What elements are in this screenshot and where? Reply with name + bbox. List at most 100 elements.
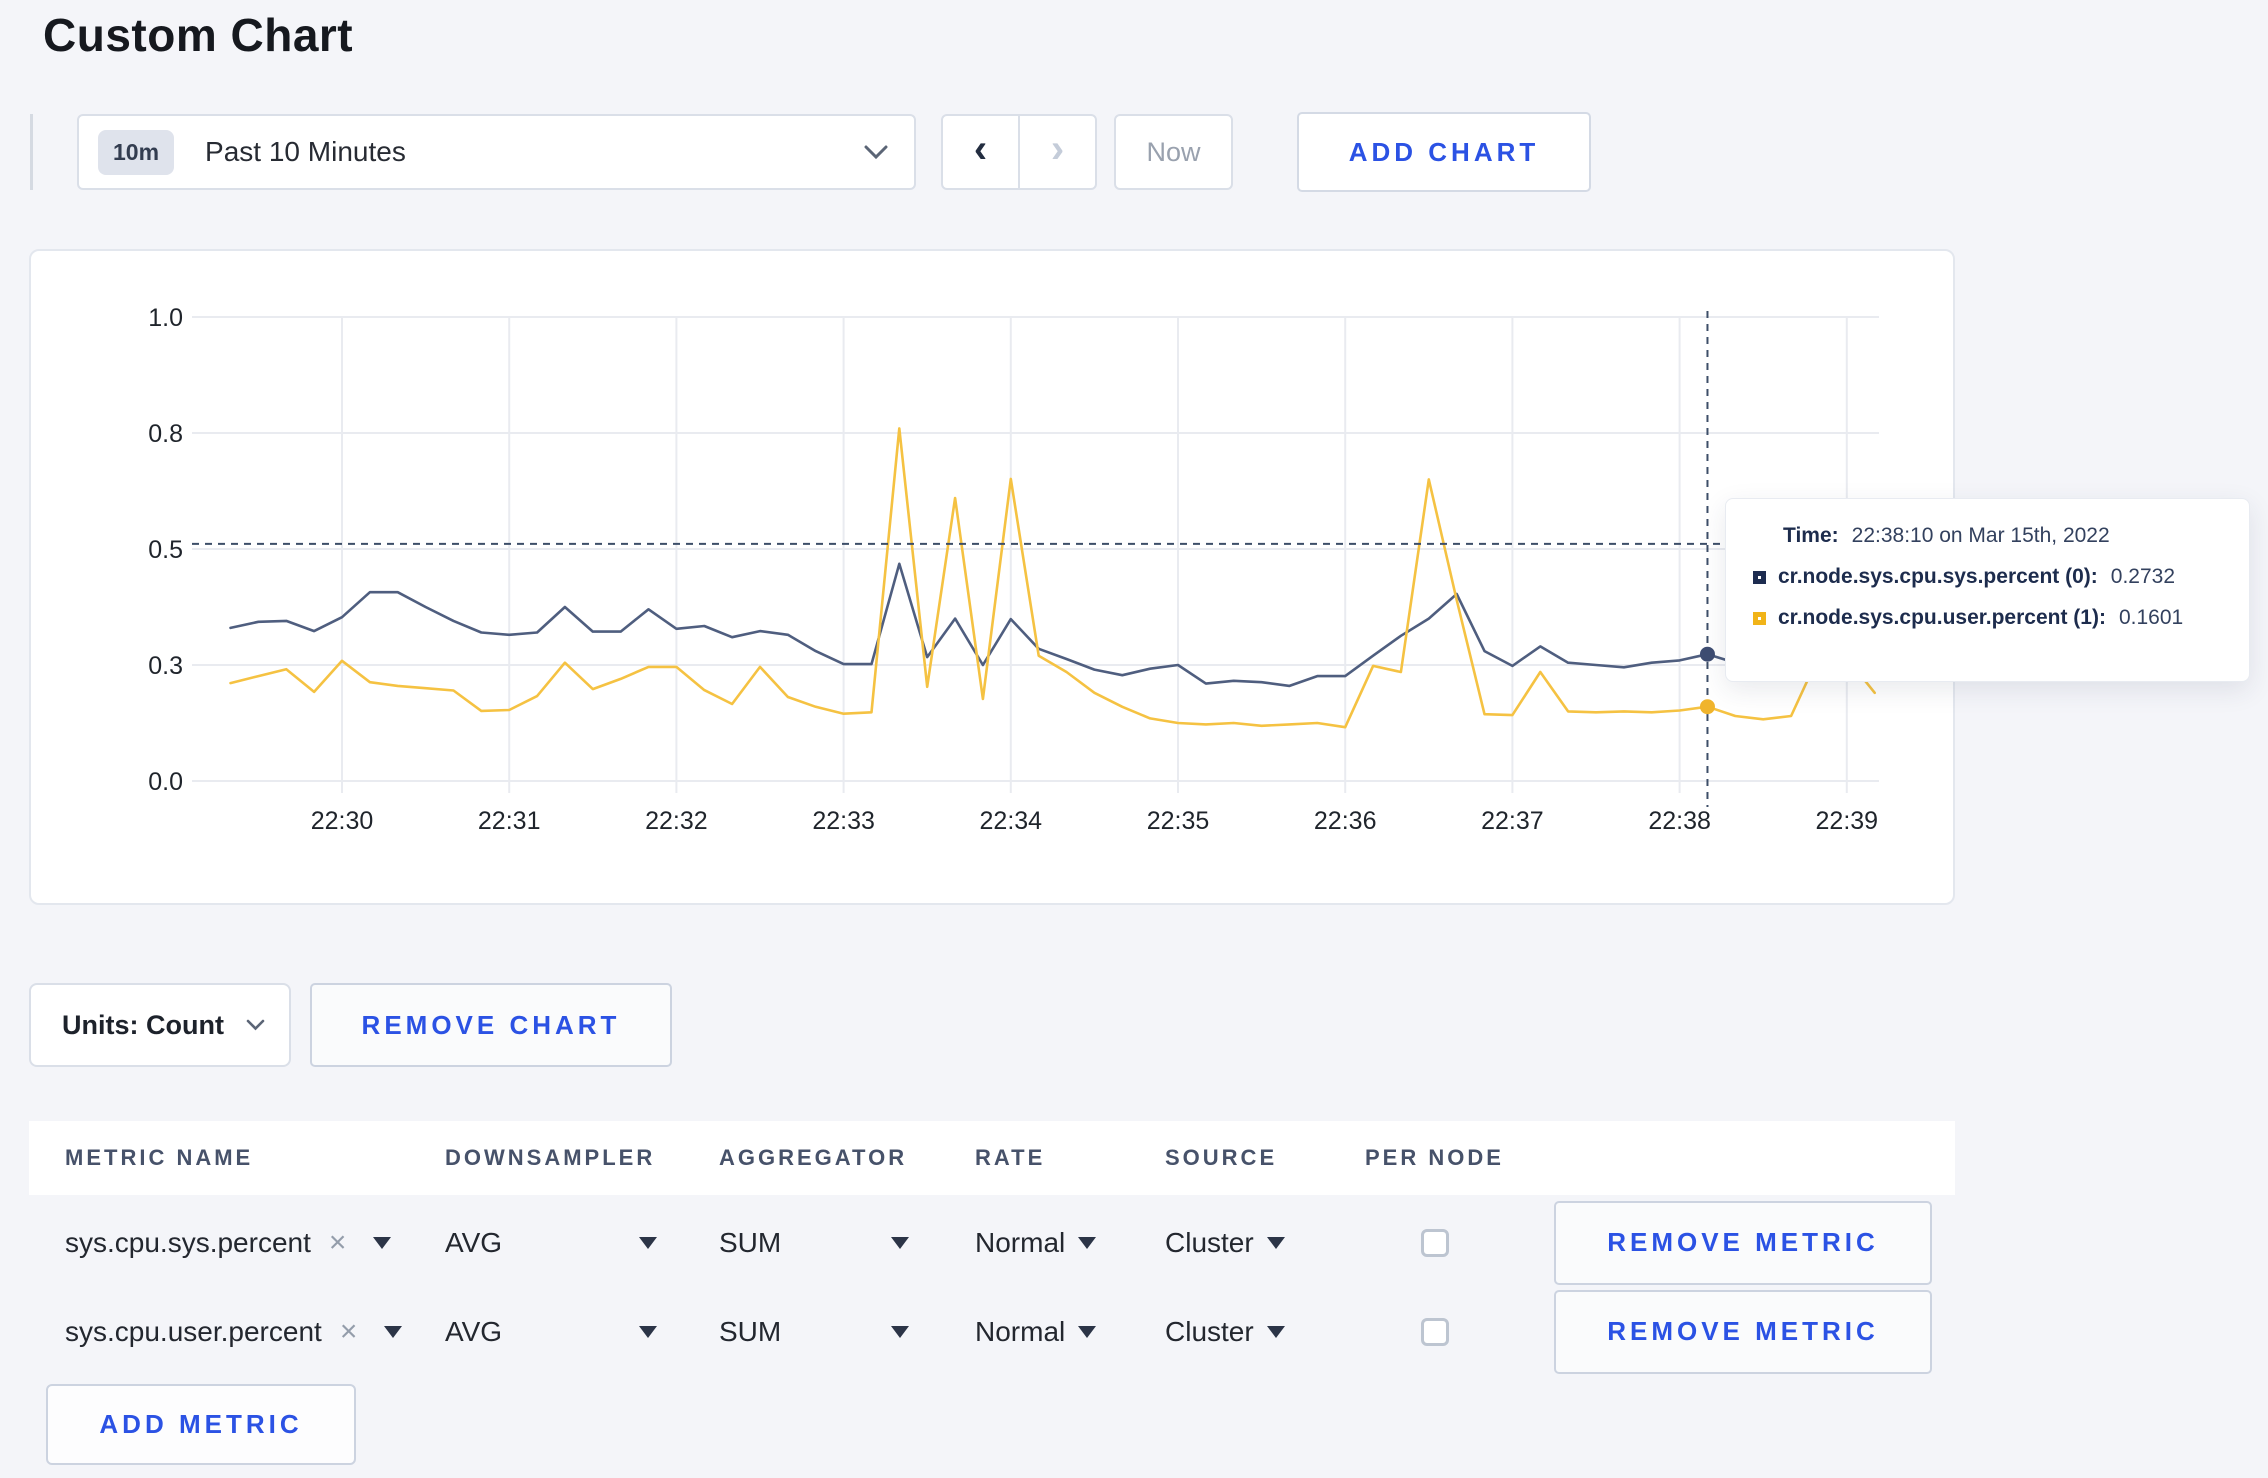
metric-name-value: sys.cpu.user.percent bbox=[65, 1315, 322, 1347]
metric-name-select[interactable]: sys.cpu.user.percent × bbox=[65, 1316, 445, 1348]
metric-row: sys.cpu.user.percent × AVG SUM Normal Cl… bbox=[29, 1288, 1955, 1375]
metric-row: sys.cpu.sys.percent × AVG SUM Normal Clu… bbox=[29, 1199, 1955, 1286]
chart-card: 0.0 0.3 0.5 0.8 1.0 22:30 22:31 22:32 22:33 22:34… bbox=[29, 249, 1955, 905]
column-header-aggregator: AGGREGATOR bbox=[719, 1145, 908, 1170]
hover-crosshair bbox=[192, 311, 1879, 807]
x-axis-tick-label: 22:36 bbox=[1314, 807, 1377, 835]
rate-select[interactable]: Normal bbox=[975, 1316, 1165, 1348]
rate-value: Normal bbox=[975, 1226, 1066, 1258]
column-header-metric-name: METRIC NAME bbox=[65, 1145, 254, 1170]
caret-down-icon bbox=[1078, 1236, 1097, 1249]
tooltip-time-row: Time: 22:38:10 on Mar 15th, 2022 bbox=[1783, 524, 2229, 548]
time-window-select[interactable]: 10m Past 10 Minutes bbox=[77, 114, 916, 190]
aggregator-select[interactable]: SUM bbox=[719, 1227, 909, 1259]
downsampler-select[interactable]: AVG bbox=[445, 1227, 657, 1259]
source-select[interactable]: Cluster bbox=[1165, 1316, 1355, 1348]
time-window-label: Past 10 Minutes bbox=[205, 136, 406, 167]
x-axis-tick-label: 22:30 bbox=[311, 807, 374, 835]
prev-range-button[interactable]: ‹ bbox=[943, 116, 1020, 188]
remove-chart-button[interactable]: REMOVE CHART bbox=[310, 983, 672, 1067]
caret-down-icon bbox=[891, 1236, 909, 1249]
now-button[interactable]: Now bbox=[1114, 114, 1233, 190]
aggregator-select[interactable]: SUM bbox=[719, 1316, 909, 1348]
add-metric-button[interactable]: ADD METRIC bbox=[46, 1384, 356, 1465]
column-header-source: SOURCE bbox=[1165, 1145, 1278, 1170]
rate-value: Normal bbox=[975, 1315, 1066, 1347]
series-line-user bbox=[229, 427, 1876, 729]
tooltip-series-value: 0.1601 bbox=[2118, 606, 2184, 629]
add-chart-button[interactable]: ADD CHART bbox=[1297, 112, 1591, 192]
per-node-cell bbox=[1355, 1317, 1515, 1346]
toolbar-divider bbox=[30, 114, 33, 190]
tooltip-series-row: cr.node.sys.cpu.user.percent (1): 0.1601 bbox=[1753, 606, 2229, 630]
chart-grid bbox=[192, 316, 1879, 793]
caret-down-icon bbox=[639, 1325, 657, 1338]
caret-down-icon bbox=[1078, 1325, 1097, 1338]
tooltip-time-value: 22:38:10 on Mar 15th, 2022 bbox=[1851, 524, 2110, 547]
tooltip-time-label: Time: bbox=[1783, 524, 1839, 547]
caret-down-icon bbox=[1266, 1236, 1285, 1249]
y-axis-tick-label: 0.0 bbox=[148, 768, 183, 796]
aggregator-value: SUM bbox=[719, 1226, 782, 1258]
column-header-per-node: PER NODE bbox=[1365, 1145, 1504, 1170]
time-window-badge: 10m bbox=[98, 129, 175, 175]
units-select[interactable]: Units: Count bbox=[29, 983, 291, 1067]
tooltip-series-name: cr.node.sys.cpu.sys.percent (0): bbox=[1778, 565, 2098, 588]
remove-metric-button[interactable]: REMOVE METRIC bbox=[1554, 1200, 1932, 1285]
chart-tooltip: Time: 22:38:10 on Mar 15th, 2022 cr.node… bbox=[1725, 498, 2250, 682]
caret-down-icon bbox=[891, 1325, 909, 1338]
downsampler-select[interactable]: AVG bbox=[445, 1316, 657, 1348]
x-axis-tick-label: 22:33 bbox=[812, 807, 875, 835]
hover-point-dot bbox=[1699, 699, 1715, 715]
y-axis-tick-label: 1.0 bbox=[148, 304, 183, 332]
caret-down-icon bbox=[373, 1236, 392, 1249]
x-axis-tick-label: 22:32 bbox=[645, 807, 708, 835]
downsampler-value: AVG bbox=[445, 1226, 503, 1258]
clear-metric-icon[interactable]: × bbox=[329, 1227, 347, 1258]
x-axis-tick-label: 22:37 bbox=[1481, 807, 1544, 835]
rate-select[interactable]: Normal bbox=[975, 1227, 1165, 1259]
series-line-sys bbox=[229, 562, 1876, 688]
remove-metric-button[interactable]: REMOVE METRIC bbox=[1554, 1289, 1932, 1374]
per-node-cell bbox=[1355, 1228, 1515, 1257]
timeseries-chart[interactable]: 0.0 0.3 0.5 0.8 1.0 22:30 22:31 22:32 22:33 22:34… bbox=[31, 251, 1957, 907]
x-axis-tick-label: 22:38 bbox=[1648, 807, 1711, 835]
column-header-downsampler: DOWNSAMPLER bbox=[445, 1145, 656, 1170]
chart-axis-labels: 0.0 0.3 0.5 0.8 1.0 22:30 22:31 22:32 22:33 22:34… bbox=[148, 304, 1878, 835]
aggregator-value: SUM bbox=[719, 1315, 782, 1347]
caret-down-icon bbox=[1266, 1325, 1285, 1338]
column-header-rate: RATE bbox=[975, 1145, 1046, 1170]
x-axis-tick-label: 22:39 bbox=[1816, 807, 1879, 835]
per-node-checkbox[interactable] bbox=[1421, 1317, 1449, 1346]
caret-down-icon bbox=[384, 1325, 403, 1338]
y-axis-tick-label: 0.8 bbox=[148, 420, 183, 448]
source-value: Cluster bbox=[1165, 1315, 1254, 1347]
per-node-checkbox[interactable] bbox=[1421, 1228, 1449, 1257]
caret-down-icon bbox=[639, 1236, 657, 1249]
clear-metric-icon[interactable]: × bbox=[340, 1316, 358, 1347]
time-range-pager: ‹ › bbox=[941, 114, 1097, 190]
tooltip-series-value: 0.2732 bbox=[2110, 565, 2176, 588]
tooltip-series-name: cr.node.sys.cpu.user.percent (1): bbox=[1778, 606, 2106, 629]
sys-series-swatch-icon bbox=[1753, 570, 1766, 584]
source-select[interactable]: Cluster bbox=[1165, 1227, 1355, 1259]
hover-point-dot bbox=[1699, 646, 1715, 662]
y-axis-tick-label: 0.5 bbox=[148, 536, 183, 564]
chevron-down-icon bbox=[246, 1019, 265, 1031]
page-title: Custom Chart bbox=[43, 9, 354, 61]
chevron-down-icon bbox=[864, 145, 888, 160]
x-axis-tick-label: 22:34 bbox=[980, 807, 1043, 835]
metric-name-value: sys.cpu.sys.percent bbox=[65, 1226, 311, 1258]
x-axis-tick-label: 22:35 bbox=[1147, 807, 1210, 835]
downsampler-value: AVG bbox=[445, 1315, 503, 1347]
x-axis-tick-label: 22:31 bbox=[478, 807, 541, 835]
metrics-table-header: METRIC NAME DOWNSAMPLER AGGREGATOR RATE … bbox=[29, 1121, 1955, 1195]
chart-series bbox=[229, 427, 1876, 729]
units-label: Units: Count bbox=[62, 1009, 224, 1040]
tooltip-series-row: cr.node.sys.cpu.sys.percent (0): 0.2732 bbox=[1753, 565, 2229, 589]
next-range-button[interactable]: › bbox=[1020, 116, 1095, 188]
metric-name-select[interactable]: sys.cpu.sys.percent × bbox=[65, 1227, 445, 1259]
user-series-swatch-icon bbox=[1753, 611, 1766, 625]
source-value: Cluster bbox=[1165, 1226, 1254, 1258]
y-axis-tick-label: 0.3 bbox=[148, 652, 183, 680]
